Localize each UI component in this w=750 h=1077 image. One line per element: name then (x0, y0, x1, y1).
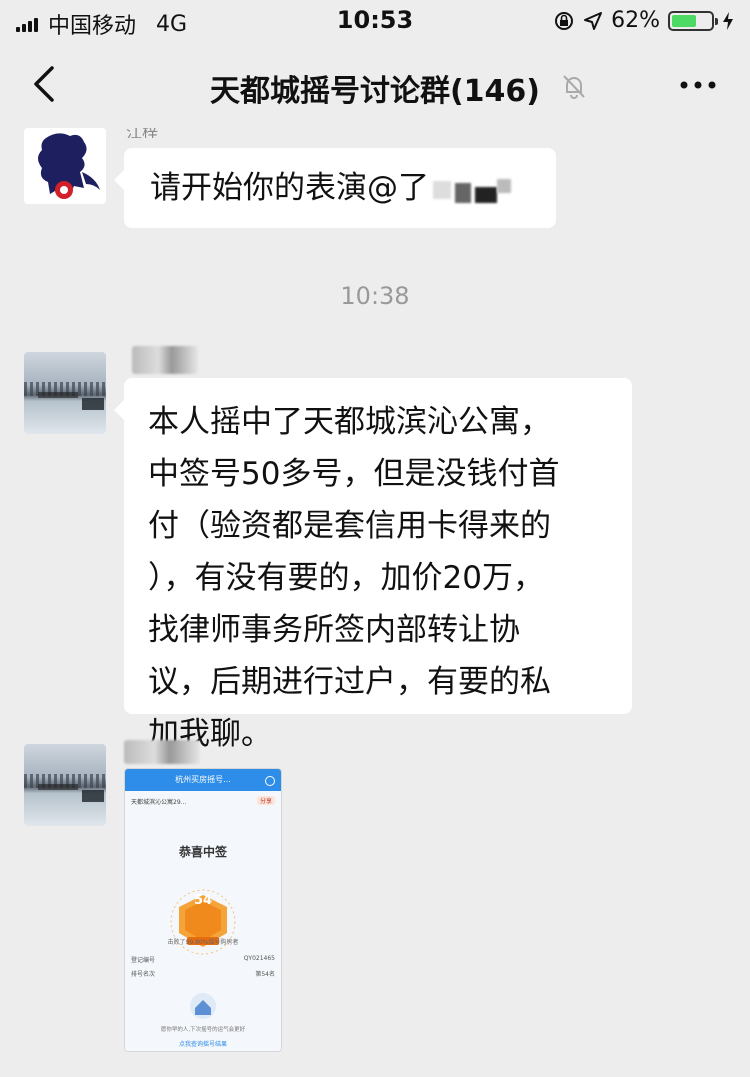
sender-name-redacted (124, 740, 200, 764)
row-label: 登记编号 (131, 957, 156, 964)
charging-bolt-icon (723, 11, 733, 30)
info-row: 排号名次 第54名 (131, 969, 275, 978)
group-title: 天都城摇号讨论群(146) (209, 74, 541, 109)
info-row: 登记编号 QY021465 (131, 955, 275, 964)
lottery-number: 54 (193, 893, 213, 908)
image-message[interactable]: 杭州买房摇号... 天都城滨沁公寓29... 分享 恭喜中签 54 击败了99.… (124, 768, 282, 1052)
card-body: 天都城滨沁公寓29... 分享 恭喜中签 54 击败了99.80%摇号购房者 登… (125, 791, 281, 1051)
target-icon (265, 776, 275, 786)
message-line: ），有没有要的，加价20万， (148, 560, 544, 596)
redacted-mention (433, 175, 513, 205)
more-button[interactable] (676, 70, 720, 100)
message-line: 议，后期进行过户，有要的私 (148, 664, 551, 700)
query-link[interactable]: 点我查询摇号结果 (125, 1039, 281, 1048)
message-line: 找律师事务所签内部转让协 (148, 612, 520, 648)
lion-logo-icon (38, 133, 100, 199)
message-line: 加我聊。 (148, 716, 272, 752)
message-line: 付（验资都是套信用卡得来的 (148, 508, 551, 544)
row-value: 第54名 (255, 971, 275, 978)
card-header-title: 杭州买房摇号... (175, 775, 231, 784)
share-tag: 分享 (256, 796, 275, 805)
card-header: 杭州买房摇号... (125, 769, 281, 791)
sender-name-redacted (132, 346, 198, 374)
row-label: 排号名次 (131, 971, 156, 978)
sender-name: 江梓 (126, 128, 159, 138)
location-arrow-icon (584, 11, 603, 30)
sender-avatar[interactable] (24, 352, 106, 434)
card-heading: 恭喜中签 (178, 845, 227, 859)
bell-muted-icon (563, 75, 585, 99)
status-right: 62% (553, 8, 734, 33)
sender-avatar[interactable] (24, 744, 106, 826)
card-subtitle: 天都城滨沁公寓29... (131, 799, 187, 806)
house-seal-icon (190, 993, 216, 1019)
message-line: 本人摇中了天都城滨沁公寓， (148, 404, 551, 440)
message-bubble[interactable]: 本人摇中了天都城滨沁公寓， 中签号50多号，但是没钱付首 付（验资都是套信用卡得… (114, 378, 632, 752)
row-value: QY021465 (243, 955, 275, 962)
chat-header: 天都城摇号讨论群(146) (0, 44, 750, 128)
orientation-lock-icon (555, 11, 574, 30)
time-divider: 10:38 (340, 282, 410, 310)
message-list: 江梓 请开始你的表演@了 10:38 本人摇中了天都城滨沁公寓， 中签号50多号… (0, 128, 750, 1077)
message-bubble[interactable]: 请开始你的表演@了 (114, 148, 556, 228)
message-text: 请开始你的表演@了 (150, 170, 429, 206)
message-line: 中签号50多号，但是没钱付首 (148, 456, 560, 492)
status-bar: 中国移动 4G 10:53 62% (0, 0, 750, 40)
battery-icon (668, 10, 718, 31)
footer-text: 愿你早的人,下次摇号的运气会更好 (160, 1027, 246, 1033)
battery-percent: 62% (611, 8, 660, 33)
sender-avatar[interactable] (24, 128, 106, 204)
beat-text: 击败了99.80%摇号购房者 (167, 939, 239, 946)
